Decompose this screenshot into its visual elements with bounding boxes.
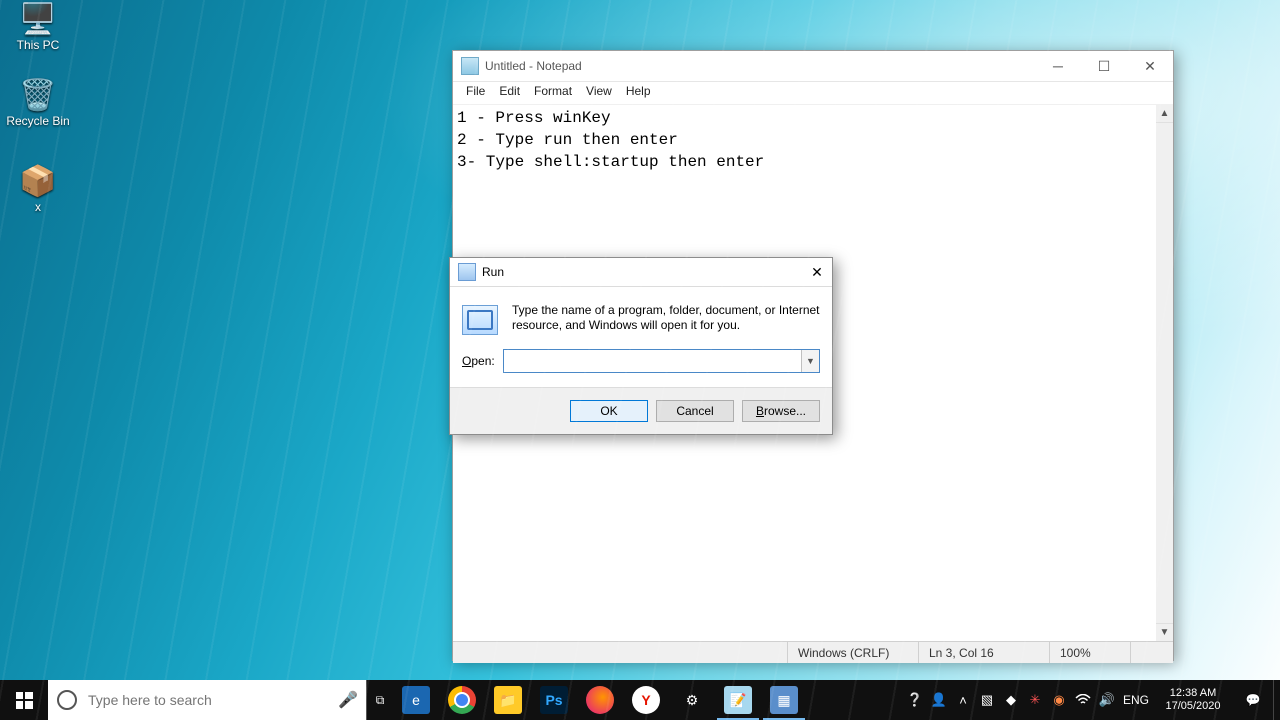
- taskbar-apps: e 📁 Ps Y ⚙ 📝 ▦: [393, 680, 807, 720]
- taskbar: 🎤 ⧉ e 📁 Ps Y ⚙ 📝 ▦ ❔ 👤 ˄ ▧ ◆ ✳ ◉ 🔊 ENG: [0, 680, 1280, 720]
- desktop-icon-x[interactable]: 📦 x: [0, 166, 76, 214]
- chevron-down-icon[interactable]: ▼: [801, 350, 819, 372]
- run-button-row: OK Cancel Browse...: [450, 387, 832, 434]
- taskbar-photoshop[interactable]: Ps: [531, 680, 577, 720]
- open-input[interactable]: [504, 350, 801, 372]
- desktop-icon-label: x: [0, 200, 76, 214]
- ok-button[interactable]: OK: [570, 400, 648, 422]
- maximize-button[interactable]: ☐: [1081, 51, 1127, 81]
- tray-wifi-icon[interactable]: [1071, 680, 1095, 720]
- scroll-down-icon[interactable]: ▼: [1156, 623, 1173, 641]
- system-tray: ❔ 👤 ˄ ▧ ◆ ✳ ◉ 🔊 ENG 12:38 AM 17/05/2020 …: [903, 680, 1280, 720]
- run-title: Run: [482, 265, 802, 279]
- windows-logo-icon: [16, 692, 33, 709]
- notepad-titlebar[interactable]: Untitled - Notepad ─ ☐ ✕: [453, 51, 1173, 82]
- run-body: Type the name of a program, folder, docu…: [450, 287, 832, 343]
- desktop-icon-this-pc[interactable]: 🖥️ This PC: [0, 4, 76, 52]
- menu-edit[interactable]: Edit: [492, 84, 527, 104]
- status-position: Ln 3, Col 16: [918, 642, 1049, 663]
- browse-button[interactable]: Browse...: [742, 400, 820, 422]
- show-desktop-button[interactable]: [1273, 680, 1280, 720]
- tray-app-icon[interactable]: ◆: [999, 680, 1023, 720]
- run-titlebar[interactable]: Run ✕: [450, 258, 832, 287]
- desktop-icon-label: This PC: [0, 38, 76, 52]
- tray-help-icon[interactable]: ❔: [903, 680, 927, 720]
- close-button[interactable]: ✕: [1127, 51, 1173, 81]
- action-center-icon[interactable]: 💬: [1233, 693, 1273, 707]
- desktop: 🖥️ This PC 🗑️ Recycle Bin 📦 x Untitled -…: [0, 0, 1280, 720]
- taskbar-run[interactable]: ▦: [761, 680, 807, 720]
- start-button[interactable]: [0, 680, 48, 720]
- tray-app-icon[interactable]: ✳: [1023, 680, 1047, 720]
- cortana-icon[interactable]: [48, 690, 86, 710]
- tray-clock[interactable]: 12:38 AM 17/05/2020: [1153, 687, 1233, 713]
- run-dialog: Run ✕ Type the name of a program, folder…: [449, 257, 833, 435]
- tray-volume-icon[interactable]: 🔊: [1095, 680, 1119, 720]
- tray-date: 17/05/2020: [1157, 700, 1229, 713]
- tray-chevron-up-icon[interactable]: ˄: [951, 680, 975, 720]
- open-combobox[interactable]: ▼: [503, 349, 820, 373]
- status-zoom: 100%: [1049, 642, 1130, 663]
- notepad-title: Untitled - Notepad: [485, 59, 1035, 73]
- status-resize-grip[interactable]: [1130, 642, 1173, 663]
- taskbar-firefox[interactable]: [577, 680, 623, 720]
- cancel-button[interactable]: Cancel: [656, 400, 734, 422]
- taskbar-notepad[interactable]: 📝: [715, 680, 761, 720]
- open-label: Open:: [462, 354, 495, 368]
- taskbar-edge[interactable]: e: [393, 680, 439, 720]
- tray-app-icon[interactable]: ▧: [975, 680, 999, 720]
- desktop-icon-label: Recycle Bin: [0, 114, 76, 128]
- notepad-window: Untitled - Notepad ─ ☐ ✕ File Edit Forma…: [452, 50, 1174, 661]
- file-icon: 📦: [0, 166, 76, 198]
- menu-format[interactable]: Format: [527, 84, 579, 104]
- notepad-text[interactable]: 1 - Press winKey 2 - Type run then enter…: [453, 105, 1155, 641]
- taskbar-yandex[interactable]: Y: [623, 680, 669, 720]
- tray-time: 12:38 AM: [1157, 687, 1229, 700]
- taskbar-explorer[interactable]: 📁: [485, 680, 531, 720]
- this-pc-icon: 🖥️: [0, 4, 76, 36]
- run-description: Type the name of a program, folder, docu…: [512, 303, 820, 335]
- run-icon: [458, 263, 476, 281]
- run-large-icon: [462, 305, 498, 335]
- scroll-up-icon[interactable]: ▲: [1156, 105, 1173, 123]
- desktop-icon-recycle-bin[interactable]: 🗑️ Recycle Bin: [0, 80, 76, 128]
- menu-help[interactable]: Help: [619, 84, 658, 104]
- taskbar-search[interactable]: 🎤: [48, 680, 367, 720]
- notepad-statusbar: Windows (CRLF) Ln 3, Col 16 100%: [453, 641, 1173, 663]
- notepad-icon: [461, 57, 479, 75]
- recycle-bin-icon: 🗑️: [0, 80, 76, 112]
- notepad-body: 1 - Press winKey 2 - Type run then enter…: [453, 105, 1173, 641]
- notepad-menubar: File Edit Format View Help: [453, 82, 1173, 105]
- microphone-icon[interactable]: 🎤: [330, 690, 366, 710]
- tray-language[interactable]: ENG: [1119, 680, 1153, 720]
- menu-view[interactable]: View: [579, 84, 619, 104]
- menu-file[interactable]: File: [459, 84, 492, 104]
- minimize-button[interactable]: ─: [1035, 51, 1081, 81]
- close-button[interactable]: ✕: [802, 258, 832, 286]
- taskbar-settings[interactable]: ⚙: [669, 680, 715, 720]
- tray-people-icon[interactable]: 👤: [927, 680, 951, 720]
- run-open-row: Open: ▼: [450, 343, 832, 387]
- tray-app-icon[interactable]: ◉: [1047, 680, 1071, 720]
- taskbar-chrome[interactable]: [439, 680, 485, 720]
- task-view-button[interactable]: ⧉: [367, 680, 393, 720]
- search-input[interactable]: [86, 691, 330, 709]
- status-encoding: Windows (CRLF): [787, 642, 918, 663]
- notepad-scrollbar[interactable]: ▲ ▼: [1156, 105, 1173, 641]
